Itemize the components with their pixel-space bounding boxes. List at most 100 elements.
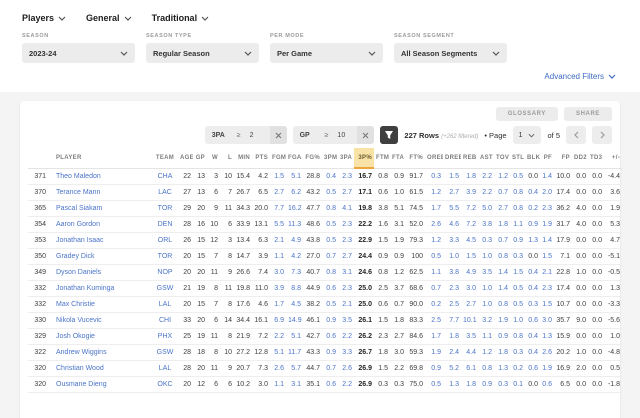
- stat-cell[interactable]: 0.4: [525, 265, 540, 281]
- player-link[interactable]: Pascal Siakam: [56, 205, 102, 212]
- tab-traditional[interactable]: Traditional: [152, 13, 210, 23]
- stat-cell[interactable]: 2.3: [338, 281, 354, 297]
- stat-cell[interactable]: 2.3: [338, 168, 354, 185]
- stat-cell[interactable]: 2.2: [338, 377, 354, 393]
- filter-chip-gp[interactable]: GP ≥ 10: [293, 126, 375, 144]
- player-link[interactable]: Nikola Vucevic: [56, 317, 102, 324]
- season-segment-select[interactable]: All Season Segments: [394, 43, 507, 63]
- stat-cell[interactable]: 0.7: [425, 281, 443, 297]
- column-header-team[interactable]: TEAM: [152, 148, 178, 168]
- stat-cell[interactable]: 1.2: [425, 233, 443, 249]
- stat-cell[interactable]: 2.2: [478, 185, 494, 201]
- column-header-ftm[interactable]: FTM: [374, 148, 390, 168]
- stat-cell[interactable]: 0.7: [494, 233, 510, 249]
- stat-cell[interactable]: 1.1: [270, 249, 286, 265]
- stat-cell[interactable]: 2.1: [270, 233, 286, 249]
- column-header-player[interactable]: PLAYER: [52, 148, 152, 168]
- stat-cell[interactable]: 3.3: [338, 345, 354, 361]
- stat-cell[interactable]: 1.0: [478, 297, 494, 313]
- stat-cell[interactable]: 2.6: [270, 361, 286, 377]
- stat-cell[interactable]: 7.2: [461, 201, 478, 217]
- stat-cell[interactable]: 2.3: [338, 217, 354, 233]
- stat-cell[interactable]: 2.0: [540, 185, 554, 201]
- stat-cell[interactable]: 4.1: [338, 201, 354, 217]
- next-page-button[interactable]: [592, 126, 612, 144]
- stat-cell[interactable]: 0.9: [322, 313, 338, 329]
- player-link[interactable]: Dyson Daniels: [56, 269, 101, 276]
- column-header-3pa[interactable]: 3PA: [338, 148, 354, 168]
- column-header-min[interactable]: MIN: [234, 148, 252, 168]
- advanced-filters-link[interactable]: Advanced Filters: [544, 72, 616, 81]
- stat-cell[interactable]: 3.5: [478, 265, 494, 281]
- stat-cell[interactable]: 16.2: [286, 201, 303, 217]
- stat-cell[interactable]: 2.7: [270, 185, 286, 201]
- stat-cell[interactable]: 2.5: [425, 313, 443, 329]
- tab-general[interactable]: General: [86, 13, 132, 23]
- column-header-fga[interactable]: FGA: [286, 148, 303, 168]
- stat-cell[interactable]: 3.8: [443, 265, 461, 281]
- stat-cell[interactable]: 3.0: [461, 281, 478, 297]
- stat-cell[interactable]: 2.2: [338, 329, 354, 345]
- share-button[interactable]: SHARE: [564, 107, 612, 121]
- stat-cell[interactable]: 0.8: [478, 361, 494, 377]
- stat-cell[interactable]: 0.4: [525, 185, 540, 201]
- column-header-pts[interactable]: PTS: [252, 148, 270, 168]
- stat-cell[interactable]: 5.1: [270, 345, 286, 361]
- stat-cell[interactable]: 1.9: [425, 345, 443, 361]
- stat-cell[interactable]: 2.1: [338, 297, 354, 313]
- stat-cell[interactable]: 0.2: [510, 361, 525, 377]
- stat-cell[interactable]: 1.0: [478, 281, 494, 297]
- player-link[interactable]: Ousmane Dieng: [56, 381, 107, 388]
- stat-cell[interactable]: 0.2: [425, 297, 443, 313]
- stat-cell[interactable]: 4.5: [461, 233, 478, 249]
- column-header-pf[interactable]: PF: [540, 148, 554, 168]
- team-link[interactable]: GSW: [157, 285, 174, 292]
- stat-cell[interactable]: 0.3: [425, 168, 443, 185]
- stat-cell[interactable]: 3.1: [338, 265, 354, 281]
- stat-cell[interactable]: 5.5: [443, 201, 461, 217]
- stat-cell[interactable]: 8.8: [286, 281, 303, 297]
- stat-cell[interactable]: 2.2: [270, 329, 286, 345]
- stat-cell[interactable]: 1.1: [510, 217, 525, 233]
- stat-cell[interactable]: 3.8: [478, 217, 494, 233]
- stat-cell[interactable]: 0.5: [425, 377, 443, 393]
- stat-cell[interactable]: 0.3: [510, 345, 525, 361]
- stat-cell[interactable]: 7.3: [286, 265, 303, 281]
- team-link[interactable]: OKC: [157, 381, 172, 388]
- column-header-age[interactable]: AGE: [178, 148, 193, 168]
- stat-cell[interactable]: 0.9: [525, 217, 540, 233]
- stat-cell[interactable]: 0.3: [510, 249, 525, 265]
- stat-cell[interactable]: 2.4: [443, 345, 461, 361]
- team-link[interactable]: LAC: [158, 189, 172, 196]
- column-header-td3[interactable]: TD3: [588, 148, 604, 168]
- stat-cell[interactable]: 10.1: [461, 313, 478, 329]
- player-link[interactable]: Christian Wood: [56, 365, 104, 372]
- stat-cell[interactable]: 1.5: [443, 168, 461, 185]
- stat-cell[interactable]: 2.7: [338, 185, 354, 201]
- stat-cell[interactable]: 1.3: [525, 233, 540, 249]
- stat-cell[interactable]: 0.9: [478, 377, 494, 393]
- stat-cell[interactable]: 2.7: [443, 185, 461, 201]
- stat-cell[interactable]: 1.5: [540, 249, 554, 265]
- stat-cell[interactable]: 0.9: [510, 233, 525, 249]
- stat-cell[interactable]: 0.5: [322, 185, 338, 201]
- stat-cell[interactable]: 7.7: [270, 201, 286, 217]
- per-mode-select[interactable]: Per Game: [270, 43, 383, 63]
- stat-cell[interactable]: 7.7: [443, 313, 461, 329]
- stat-cell[interactable]: 0.6: [540, 377, 554, 393]
- stat-cell[interactable]: 0.2: [525, 201, 540, 217]
- stat-cell[interactable]: 2.1: [540, 265, 554, 281]
- stat-cell[interactable]: 1.5: [540, 297, 554, 313]
- stat-cell[interactable]: 1.2: [478, 345, 494, 361]
- stat-cell[interactable]: 2.6: [540, 345, 554, 361]
- team-link[interactable]: CHI: [159, 317, 171, 324]
- stat-cell[interactable]: 1.7: [425, 201, 443, 217]
- column-header-l[interactable]: L: [220, 148, 234, 168]
- stat-cell[interactable]: 0.5: [510, 297, 525, 313]
- stat-cell[interactable]: 2.3: [540, 281, 554, 297]
- stat-cell[interactable]: 0.8: [494, 297, 510, 313]
- team-link[interactable]: CHA: [158, 173, 173, 180]
- stat-cell[interactable]: 0.9: [494, 329, 510, 345]
- player-link[interactable]: Andrew Wiggins: [56, 349, 107, 356]
- stat-cell[interactable]: 4.9: [461, 265, 478, 281]
